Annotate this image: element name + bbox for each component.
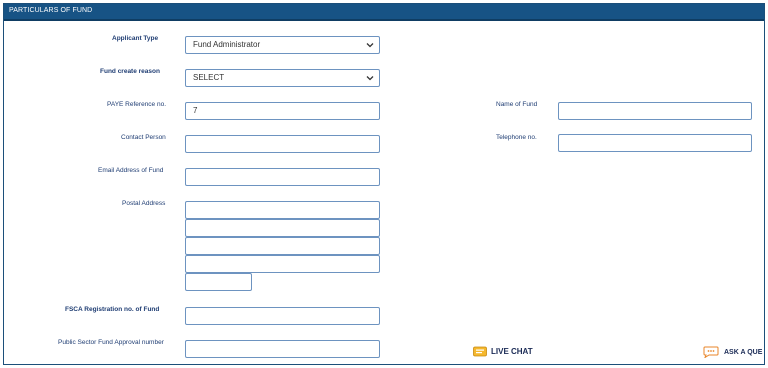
paye-reference-input[interactable]: 7 — [185, 102, 380, 120]
chevron-down-icon — [366, 43, 374, 48]
postal-address-label: Postal Address — [122, 200, 166, 207]
applicant-type-label: Applicant Type — [112, 35, 159, 42]
postal-address-line-2[interactable] — [185, 219, 380, 237]
speech-bubble-icon — [703, 346, 719, 358]
panel-title: PARTICULARS OF FUND — [9, 7, 93, 14]
paye-reference-label: PAYE Reference no. — [107, 101, 167, 108]
postal-address-line-3[interactable] — [185, 237, 380, 255]
applicant-type-select[interactable]: Fund Administrator — [185, 36, 380, 54]
email-label: Email Address of Fund — [98, 167, 164, 174]
applicant-type-value: Fund Administrator — [193, 40, 261, 49]
telephone-input[interactable] — [558, 134, 752, 152]
panel-header: PARTICULARS OF FUND — [4, 4, 764, 21]
postal-code-input[interactable] — [185, 273, 252, 291]
public-sector-approval-label: Public Sector Fund Approval number — [58, 339, 164, 346]
postal-address-line-1[interactable] — [185, 201, 380, 219]
name-of-fund-label: Name of Fund — [496, 101, 538, 108]
name-of-fund-input[interactable] — [558, 102, 752, 120]
fund-create-reason-label: Fund create reason — [100, 68, 160, 75]
ask-question-button[interactable]: ASK A QUE — [702, 346, 762, 358]
contact-person-input[interactable] — [185, 135, 380, 153]
telephone-label: Telephone no. — [496, 134, 537, 141]
chat-icon — [473, 346, 487, 357]
fund-create-reason-value: SELECT — [193, 73, 225, 82]
ask-question-label: ASK A QUE — [724, 348, 763, 356]
fund-create-reason-select[interactable]: SELECT — [185, 69, 380, 87]
paye-reference-value: 7 — [193, 106, 198, 115]
public-sector-approval-input[interactable] — [185, 340, 380, 358]
chevron-down-icon — [366, 76, 374, 81]
contact-person-label: Contact Person — [121, 134, 166, 141]
fsca-registration-input[interactable] — [185, 307, 380, 325]
postal-address-line-4[interactable] — [185, 255, 380, 273]
email-input[interactable] — [185, 168, 380, 186]
particulars-of-fund-panel: PARTICULARS OF FUND Applicant Type Fund … — [3, 3, 765, 365]
live-chat-button[interactable]: LIVE CHAT — [473, 346, 533, 357]
fsca-registration-label: FSCA Registration no. of Fund — [65, 306, 160, 313]
live-chat-label: LIVE CHAT — [491, 347, 533, 356]
